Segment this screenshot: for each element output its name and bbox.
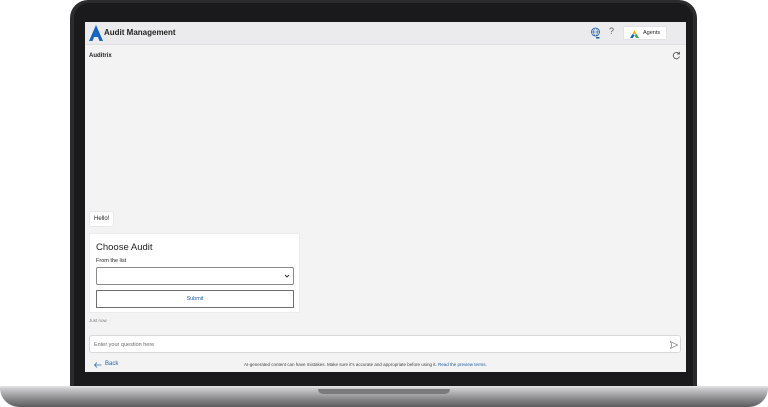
help-icon[interactable]: ? [609,26,614,36]
disclaimer-text: AI-generated content can have mistakes. … [244,362,437,367]
globe-icon[interactable] [590,27,601,40]
agents-button-label: Agents [643,30,661,36]
chat-composer [89,335,681,353]
greeting-message: Hello! [89,211,115,227]
preview-terms-link[interactable]: Read the preview terms. [438,362,487,367]
ai-disclaimer: AI-generated content can have mistakes. … [244,362,487,367]
laptop-notch [318,389,450,394]
chevron-down-icon [284,274,290,278]
app-title: Audit Management [104,28,176,37]
field-label: From the list [96,258,127,264]
back-label: Back [105,361,119,367]
refresh-icon[interactable] [672,51,681,60]
arrow-left-icon [94,362,102,368]
message-timestamp: Just now [89,318,107,323]
card-title: Choose Audit [96,242,153,253]
app-screen: Audit Management ? Agents Auditrix Hello… [85,22,686,372]
send-icon[interactable] [670,341,678,349]
agents-logo-icon [630,30,639,38]
pane-title: Auditrix [89,53,112,59]
submit-button[interactable]: Submit [96,290,294,308]
brand-logo-icon [89,25,103,41]
question-input[interactable] [94,339,654,350]
choose-audit-card: Choose Audit From the list Submit [89,233,300,313]
app-header: Audit Management ? Agents [85,22,686,45]
audit-select[interactable] [96,267,294,285]
agents-button[interactable]: Agents [623,26,667,40]
